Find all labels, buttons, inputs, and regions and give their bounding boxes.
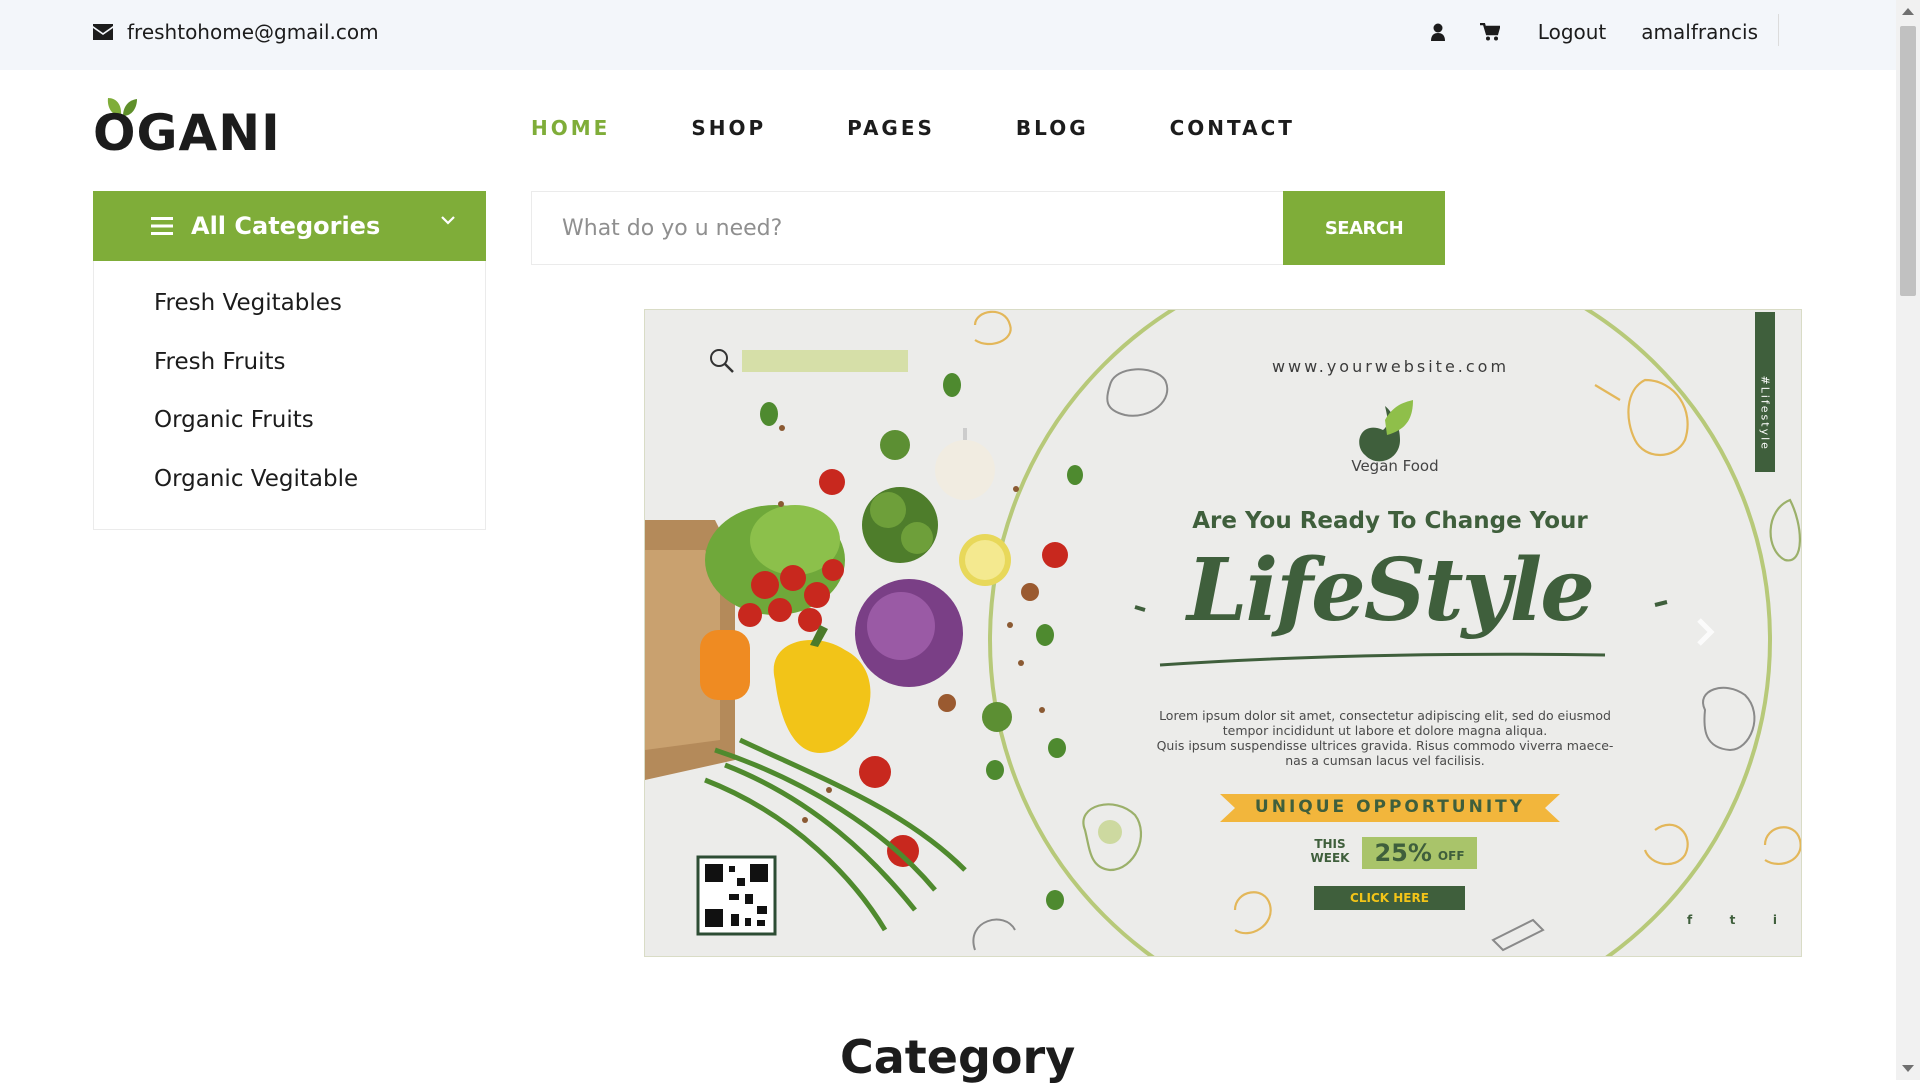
user-icon[interactable] bbox=[1418, 23, 1458, 41]
scroll-thumb[interactable] bbox=[1900, 26, 1916, 296]
contact-email: freshtohome@gmail.com bbox=[93, 20, 379, 44]
nav-pages[interactable]: PAGES bbox=[847, 116, 935, 140]
banner-search-icon bbox=[710, 349, 734, 373]
chevron-right-icon bbox=[1697, 618, 1715, 646]
topbar-divider bbox=[1778, 14, 1779, 46]
banner-body-line: nas a cumsan lacus vel facilisis. bbox=[1285, 753, 1485, 768]
scroll-up-arrow[interactable] bbox=[1902, 8, 1914, 15]
banner-body: Lorem ipsum dolor sit amet, consectetur … bbox=[1125, 708, 1645, 768]
search-bar: SEARCH bbox=[531, 191, 1445, 265]
banner-brand: Vegan Food bbox=[1351, 457, 1439, 475]
banner-ribbon-text: UNIQUE OPPORTUNITY bbox=[1254, 797, 1526, 817]
script-underline bbox=[1159, 652, 1606, 667]
vegan-food-logo bbox=[1359, 400, 1413, 462]
categories-title: All Categories bbox=[191, 212, 381, 240]
nav-shop[interactable]: SHOP bbox=[691, 116, 766, 140]
banner-this-week: THIS WEEK bbox=[1305, 837, 1355, 865]
all-categories-toggle[interactable]: All Categories bbox=[93, 191, 486, 261]
category-list: Fresh Vegitables Fresh Fruits Organic Fr… bbox=[93, 261, 486, 530]
search-input[interactable] bbox=[531, 191, 1283, 265]
facebook-icon[interactable]: f bbox=[1687, 913, 1692, 927]
banner-body-line: Lorem ipsum dolor sit amet, consectetur … bbox=[1159, 708, 1611, 723]
menu-bars-icon bbox=[151, 217, 173, 235]
brussels-sprout bbox=[880, 430, 910, 460]
instagram-icon[interactable]: i bbox=[1773, 913, 1777, 927]
twitter-icon[interactable]: t bbox=[1730, 913, 1736, 927]
banner-headline: Are You Ready To Change Your bbox=[1192, 508, 1588, 534]
envelope-icon bbox=[93, 24, 113, 40]
banner-discount: 25% OFF bbox=[1362, 837, 1477, 869]
yellow-pepper bbox=[773, 640, 871, 753]
nav-contact[interactable]: CONTACT bbox=[1170, 116, 1295, 140]
this-week-line: WEEK bbox=[1310, 851, 1350, 865]
hero-banner[interactable]: www.yourwebsite.com Vegan Food #Lifestyl… bbox=[644, 309, 1802, 957]
banner-website: www.yourwebsite.com bbox=[1271, 357, 1510, 376]
site-logo[interactable]: OGANI bbox=[93, 92, 280, 162]
section-title: Category bbox=[840, 1030, 1076, 1084]
page-scrollbar[interactable] bbox=[1896, 0, 1920, 1080]
banner-social: f t i bbox=[1687, 913, 1777, 927]
banner-body-line: Quis ipsum suspendisse ultrices gravida.… bbox=[1156, 738, 1614, 753]
cart-icon[interactable] bbox=[1470, 23, 1510, 41]
this-week-line: THIS bbox=[1314, 837, 1346, 851]
top-bar: freshtohome@gmail.com Logout amalfrancis bbox=[0, 0, 1896, 70]
logout-link[interactable]: Logout bbox=[1538, 20, 1606, 44]
garlic bbox=[935, 440, 995, 500]
chevron-down-icon bbox=[441, 216, 455, 225]
qr-code-icon bbox=[696, 855, 777, 936]
category-item-fresh-vegitables[interactable]: Fresh Vegitables bbox=[154, 290, 342, 316]
username-label[interactable]: amalfrancis bbox=[1641, 20, 1758, 44]
category-item-organic-fruits[interactable]: Organic Fruits bbox=[154, 407, 314, 433]
search-button[interactable]: SEARCH bbox=[1283, 191, 1445, 265]
category-item-organic-vegitable[interactable]: Organic Vegitable bbox=[154, 466, 358, 492]
nav-home[interactable]: HOME bbox=[531, 116, 610, 140]
orange-pepper bbox=[700, 630, 750, 700]
banner-side-tag: #Lifestyle bbox=[1759, 376, 1772, 451]
discount-value: 25% bbox=[1374, 839, 1432, 867]
discount-off: OFF bbox=[1437, 849, 1465, 863]
banner-script-title: LifeStyle bbox=[1186, 540, 1595, 641]
email-text: freshtohome@gmail.com bbox=[127, 20, 379, 44]
scroll-down-arrow[interactable] bbox=[1902, 1065, 1914, 1072]
nav-blog[interactable]: BLOG bbox=[1016, 116, 1089, 140]
banner-body-line: tempor incididunt ut labore et dolore ma… bbox=[1222, 723, 1548, 738]
category-item-fresh-fruits[interactable]: Fresh Fruits bbox=[154, 349, 286, 375]
banner-cta-button[interactable]: CLICK HERE bbox=[1314, 886, 1465, 910]
banner-search-field bbox=[742, 350, 908, 372]
main-nav: HOME SHOP PAGES BLOG CONTACT bbox=[531, 116, 1376, 140]
logo-text: OGANI bbox=[93, 104, 281, 162]
